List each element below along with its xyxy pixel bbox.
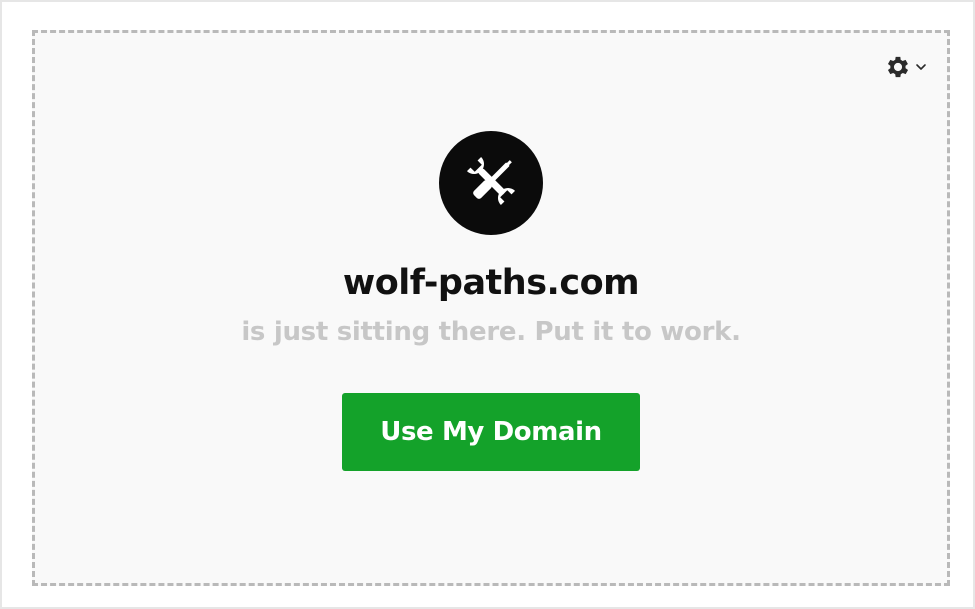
domain-parking-card: wolf-paths.com is just sitting there. Pu… [32, 30, 950, 586]
gear-icon [884, 53, 912, 81]
tagline: is just sitting there. Put it to work. [241, 317, 741, 347]
use-my-domain-button[interactable]: Use My Domain [342, 393, 640, 471]
tools-icon [459, 149, 523, 217]
chevron-down-icon [915, 61, 927, 73]
tools-logo [439, 131, 543, 235]
parking-content: wolf-paths.com is just sitting there. Pu… [35, 131, 947, 471]
page-frame: wolf-paths.com is just sitting there. Pu… [0, 0, 975, 609]
settings-menu-button[interactable] [884, 53, 927, 81]
domain-name: wolf-paths.com [342, 263, 640, 303]
